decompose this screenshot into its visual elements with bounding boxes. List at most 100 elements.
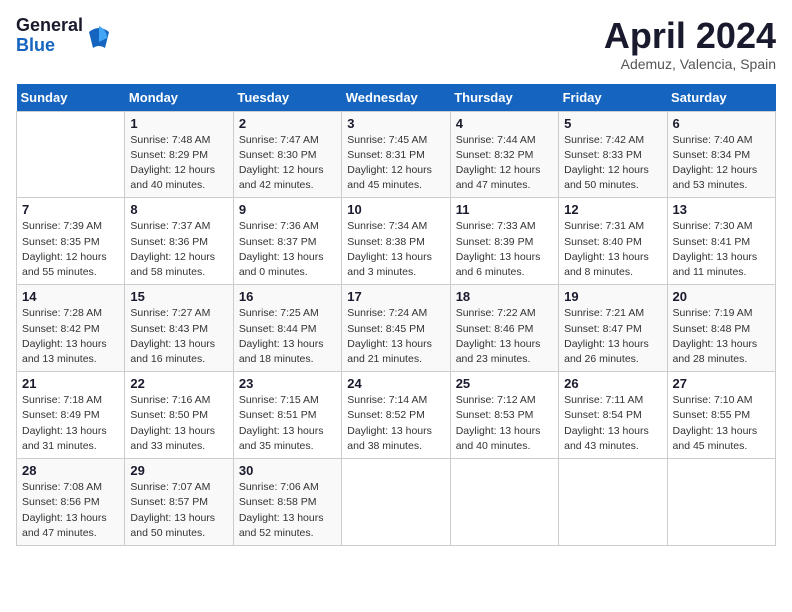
- day-number: 9: [239, 202, 336, 217]
- day-number: 21: [22, 376, 119, 391]
- page-header: General Blue April 2024 Ademuz, Valencia…: [16, 16, 776, 72]
- calendar-cell: [667, 459, 775, 546]
- day-number: 19: [564, 289, 661, 304]
- day-info: Sunrise: 7:27 AMSunset: 8:43 PMDaylight:…: [130, 307, 215, 365]
- day-info: Sunrise: 7:36 AMSunset: 8:37 PMDaylight:…: [239, 220, 324, 278]
- day-number: 8: [130, 202, 227, 217]
- location: Ademuz, Valencia, Spain: [604, 56, 776, 72]
- calendar-cell: 17 Sunrise: 7:24 AMSunset: 8:45 PMDayligh…: [342, 285, 450, 372]
- month-title: April 2024: [604, 16, 776, 56]
- calendar-cell: 1 Sunrise: 7:48 AMSunset: 8:29 PMDaylight…: [125, 111, 233, 198]
- header-monday: Monday: [125, 84, 233, 112]
- day-info: Sunrise: 7:24 AMSunset: 8:45 PMDaylight:…: [347, 307, 432, 365]
- week-row-2: 7Sunrise: 7:39 AMSunset: 8:35 PMDaylight…: [17, 198, 776, 285]
- calendar-cell: 4Sunrise: 7:44 AMSunset: 8:32 PMDaylight…: [450, 111, 558, 198]
- header-row: SundayMondayTuesdayWednesdayThursdayFrid…: [17, 84, 776, 112]
- day-number: 27: [673, 376, 770, 391]
- calendar-cell: 26Sunrise: 7:11 AMSunset: 8:54 PMDayligh…: [559, 372, 667, 459]
- calendar-cell: 11 Sunrise: 7:33 AMSunset: 8:39 PMDayligh…: [450, 198, 558, 285]
- calendar-cell: 13Sunrise: 7:30 AMSunset: 8:41 PMDayligh…: [667, 198, 775, 285]
- day-number: 18: [456, 289, 553, 304]
- day-number: 24: [347, 376, 444, 391]
- day-number: 13: [673, 202, 770, 217]
- calendar-cell: 7Sunrise: 7:39 AMSunset: 8:35 PMDaylight…: [17, 198, 125, 285]
- calendar-cell: 12 Sunrise: 7:31 AMSunset: 8:40 PMDayligh…: [559, 198, 667, 285]
- week-row-4: 21 Sunrise: 7:18 AMSunset: 8:49 PMDayligh…: [17, 372, 776, 459]
- day-info: Sunrise: 7:47 AMSunset: 8:30 PMDaylight:…: [239, 134, 324, 192]
- calendar-cell: 29 Sunrise: 7:07 AMSunset: 8:57 PMDayligh…: [125, 459, 233, 546]
- calendar-cell: [450, 459, 558, 546]
- calendar-cell: [342, 459, 450, 546]
- day-info: Sunrise: 7:40 AMSunset: 8:34 PMDaylight:…: [673, 134, 758, 192]
- calendar-cell: 25 Sunrise: 7:12 AMSunset: 8:53 PMDayligh…: [450, 372, 558, 459]
- header-tuesday: Tuesday: [233, 84, 341, 112]
- day-info: Sunrise: 7:14 AMSunset: 8:52 PMDaylight:…: [347, 394, 432, 452]
- calendar-cell: 24 Sunrise: 7:14 AMSunset: 8:52 PMDayligh…: [342, 372, 450, 459]
- day-info: Sunrise: 7:19 AMSunset: 8:48 PMDaylight:…: [673, 307, 758, 365]
- day-info: Sunrise: 7:18 AMSunset: 8:49 PMDaylight:…: [22, 394, 107, 452]
- day-info: Sunrise: 7:31 AMSunset: 8:40 PMDaylight:…: [564, 220, 649, 278]
- calendar-cell: 16Sunrise: 7:25 AMSunset: 8:44 PMDayligh…: [233, 285, 341, 372]
- day-number: 6: [673, 116, 770, 131]
- day-number: 26: [564, 376, 661, 391]
- logo-general: General: [16, 15, 83, 35]
- day-info: Sunrise: 7:06 AMSunset: 8:58 PMDaylight:…: [239, 481, 324, 539]
- day-number: 22: [130, 376, 227, 391]
- header-thursday: Thursday: [450, 84, 558, 112]
- week-row-3: 14Sunrise: 7:28 AMSunset: 8:42 PMDayligh…: [17, 285, 776, 372]
- header-saturday: Saturday: [667, 84, 775, 112]
- day-info: Sunrise: 7:12 AMSunset: 8:53 PMDaylight:…: [456, 394, 541, 452]
- header-friday: Friday: [559, 84, 667, 112]
- calendar-cell: 28 Sunrise: 7:08 AMSunset: 8:56 PMDayligh…: [17, 459, 125, 546]
- week-row-1: 1 Sunrise: 7:48 AMSunset: 8:29 PMDaylight…: [17, 111, 776, 198]
- calendar-cell: 30 Sunrise: 7:06 AMSunset: 8:58 PMDayligh…: [233, 459, 341, 546]
- day-number: 11: [456, 202, 553, 217]
- calendar-cell: 27 Sunrise: 7:10 AMSunset: 8:55 PMDayligh…: [667, 372, 775, 459]
- calendar-cell: 22 Sunrise: 7:16 AMSunset: 8:50 PMDayligh…: [125, 372, 233, 459]
- day-info: Sunrise: 7:28 AMSunset: 8:42 PMDaylight:…: [22, 307, 107, 365]
- week-row-5: 28 Sunrise: 7:08 AMSunset: 8:56 PMDayligh…: [17, 459, 776, 546]
- day-info: Sunrise: 7:22 AMSunset: 8:46 PMDaylight:…: [456, 307, 541, 365]
- calendar-cell: 5Sunrise: 7:42 AMSunset: 8:33 PMDaylight…: [559, 111, 667, 198]
- calendar-cell: 3Sunrise: 7:45 AMSunset: 8:31 PMDaylight…: [342, 111, 450, 198]
- day-number: 29: [130, 463, 227, 478]
- day-info: Sunrise: 7:48 AMSunset: 8:29 PMDaylight:…: [130, 134, 215, 192]
- day-number: 17: [347, 289, 444, 304]
- calendar-cell: 15Sunrise: 7:27 AMSunset: 8:43 PMDayligh…: [125, 285, 233, 372]
- day-info: Sunrise: 7:07 AMSunset: 8:57 PMDaylight:…: [130, 481, 215, 539]
- logo-blue: Blue: [16, 35, 55, 55]
- day-info: Sunrise: 7:16 AMSunset: 8:50 PMDaylight:…: [130, 394, 215, 452]
- calendar-cell: 20Sunrise: 7:19 AMSunset: 8:48 PMDayligh…: [667, 285, 775, 372]
- header-wednesday: Wednesday: [342, 84, 450, 112]
- logo: General Blue: [16, 16, 113, 56]
- calendar-cell: 6 Sunrise: 7:40 AMSunset: 8:34 PMDaylight…: [667, 111, 775, 198]
- day-number: 28: [22, 463, 119, 478]
- day-number: 30: [239, 463, 336, 478]
- calendar-cell: [559, 459, 667, 546]
- calendar-cell: 23 Sunrise: 7:15 AMSunset: 8:51 PMDayligh…: [233, 372, 341, 459]
- day-number: 1: [130, 116, 227, 131]
- day-info: Sunrise: 7:33 AMSunset: 8:39 PMDaylight:…: [456, 220, 541, 278]
- day-info: Sunrise: 7:45 AMSunset: 8:31 PMDaylight:…: [347, 134, 432, 192]
- calendar-cell: 10Sunrise: 7:34 AMSunset: 8:38 PMDayligh…: [342, 198, 450, 285]
- calendar-cell: [17, 111, 125, 198]
- calendar-cell: 21 Sunrise: 7:18 AMSunset: 8:49 PMDayligh…: [17, 372, 125, 459]
- header-sunday: Sunday: [17, 84, 125, 112]
- day-number: 23: [239, 376, 336, 391]
- title-area: April 2024 Ademuz, Valencia, Spain: [604, 16, 776, 72]
- day-info: Sunrise: 7:15 AMSunset: 8:51 PMDaylight:…: [239, 394, 324, 452]
- day-number: 2: [239, 116, 336, 131]
- day-info: Sunrise: 7:37 AMSunset: 8:36 PMDaylight:…: [130, 220, 215, 278]
- calendar-cell: 14Sunrise: 7:28 AMSunset: 8:42 PMDayligh…: [17, 285, 125, 372]
- day-info: Sunrise: 7:44 AMSunset: 8:32 PMDaylight:…: [456, 134, 541, 192]
- day-number: 25: [456, 376, 553, 391]
- logo-icon: [85, 22, 113, 50]
- calendar-cell: 8 Sunrise: 7:37 AMSunset: 8:36 PMDaylight…: [125, 198, 233, 285]
- day-info: Sunrise: 7:34 AMSunset: 8:38 PMDaylight:…: [347, 220, 432, 278]
- day-info: Sunrise: 7:39 AMSunset: 8:35 PMDaylight:…: [22, 220, 107, 278]
- calendar-cell: 19Sunrise: 7:21 AMSunset: 8:47 PMDayligh…: [559, 285, 667, 372]
- calendar-cell: 18 Sunrise: 7:22 AMSunset: 8:46 PMDayligh…: [450, 285, 558, 372]
- day-number: 12: [564, 202, 661, 217]
- day-info: Sunrise: 7:10 AMSunset: 8:55 PMDaylight:…: [673, 394, 758, 452]
- day-info: Sunrise: 7:08 AMSunset: 8:56 PMDaylight:…: [22, 481, 107, 539]
